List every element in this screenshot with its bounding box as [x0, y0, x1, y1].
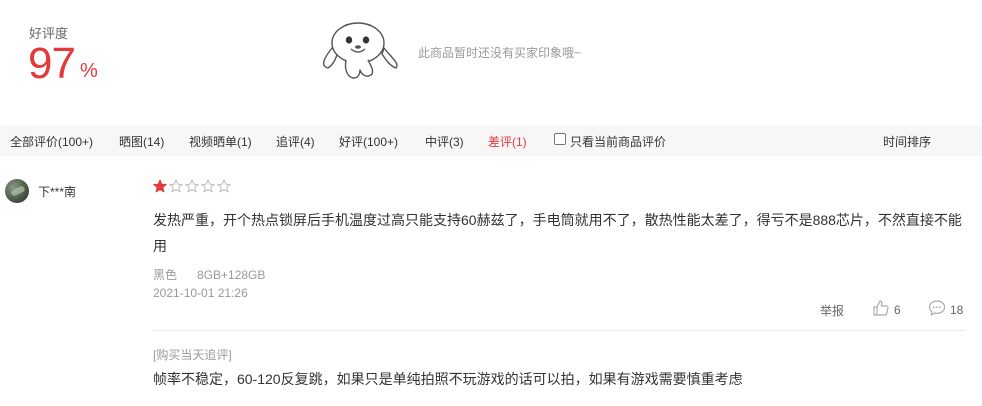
- divider: [153, 330, 965, 331]
- product-spec: 黑色 8GB+128GB: [153, 266, 285, 283]
- review-date: 2021-10-01 21:26: [153, 286, 248, 300]
- thumbs-up-icon[interactable]: [872, 299, 890, 317]
- append-review-text: 帧率不稳定，60-120反复跳，如果只是单纯拍照不玩游戏的话可以拍，如果有游戏需…: [153, 371, 743, 387]
- review-section: 好评度 97 % 此商品暂时还没有买家印象哦~ 全部评价(100+) 晒图(14…: [0, 0, 982, 406]
- avatar: [5, 179, 29, 203]
- star-empty-icon: [169, 179, 183, 193]
- report-button[interactable]: 举报: [820, 302, 844, 319]
- product-storage: 8GB+128GB: [197, 268, 266, 282]
- star-empty-icon: [185, 179, 199, 193]
- sort-by-time[interactable]: 时间排序: [883, 133, 931, 150]
- append-review-title: [购买当天追评]: [153, 348, 232, 362]
- only-current-label: 只看当前商品评价: [570, 135, 667, 149]
- filter-positive[interactable]: 好评(100+): [339, 133, 398, 150]
- filter-all[interactable]: 全部评价(100+): [10, 133, 93, 150]
- impression-empty-text: 此商品暂时还没有买家印象哦~: [418, 46, 582, 60]
- star-filled-icon: [153, 179, 167, 193]
- filter-photos[interactable]: 晒图(14): [119, 133, 164, 150]
- filter-followup[interactable]: 追评(4): [276, 133, 315, 150]
- filter-videos[interactable]: 视频晒单(1): [189, 133, 252, 150]
- filter-negative[interactable]: 差评(1): [488, 133, 527, 150]
- jd-dog-mascot-icon: [322, 22, 398, 79]
- rating-value: 97: [28, 39, 76, 88]
- rating-unit: %: [80, 60, 98, 82]
- only-current-checkbox[interactable]: [554, 133, 566, 145]
- review-text: 发热严重，开个热点锁屏后手机温度过高只能支持60赫兹了，手电筒就用不了，散热性能…: [153, 212, 962, 254]
- filter-bar: 全部评价(100+) 晒图(14) 视频晒单(1) 追评(4) 好评(100+)…: [0, 126, 982, 156]
- like-count: 6: [894, 303, 901, 317]
- product-color: 黑色: [153, 268, 178, 282]
- username: 下***南: [38, 185, 77, 199]
- filter-neutral[interactable]: 中评(3): [425, 133, 464, 150]
- comment-count: 18: [950, 303, 964, 317]
- star-empty-icon: [201, 179, 215, 193]
- star-empty-icon: [217, 179, 231, 193]
- comment-icon[interactable]: [928, 299, 946, 317]
